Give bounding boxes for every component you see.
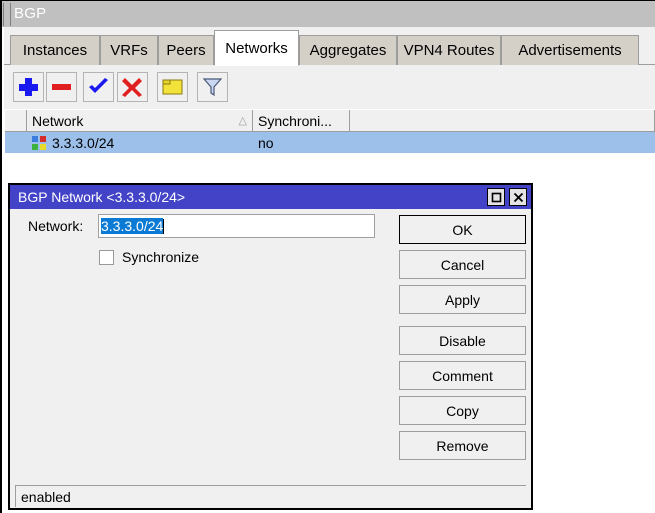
tab-label: VRFs: [110, 42, 148, 59]
network-input[interactable]: 3.3.3.0/24: [98, 214, 375, 238]
sort-ascending-icon: △: [239, 114, 247, 127]
dialog-status-text: enabled: [21, 489, 71, 505]
button-label: Copy: [446, 403, 479, 419]
button-label: Remove: [436, 438, 488, 454]
filter-button[interactable]: [197, 72, 228, 102]
cell-synchronize: no: [253, 132, 350, 153]
window-title: BGP: [14, 5, 46, 22]
network-input-value: 3.3.3.0/24: [101, 218, 163, 234]
minus-icon: [47, 73, 76, 101]
note-icon: [158, 73, 187, 101]
remove-button[interactable]: [46, 72, 77, 102]
tab-label: Instances: [23, 42, 87, 59]
button-label: Cancel: [441, 257, 485, 273]
cross-icon: [118, 73, 147, 101]
close-icon: [513, 192, 524, 203]
enable-button[interactable]: [83, 72, 114, 102]
checkbox-box-icon: [99, 250, 114, 265]
column-header-label: Synchroni...: [258, 113, 332, 129]
tab-aggregates[interactable]: Aggregates: [299, 35, 397, 65]
column-header-synchroni[interactable]: Synchroni...: [253, 110, 350, 131]
button-label: OK: [452, 222, 472, 238]
synchronize-checkbox[interactable]: Synchronize: [99, 249, 199, 265]
synchronize-label: Synchronize: [122, 249, 199, 265]
maximize-button[interactable]: [487, 188, 505, 206]
dialog-status-bar: enabled: [15, 485, 526, 507]
comment-button[interactable]: Comment: [399, 361, 526, 390]
tab-label: Peers: [166, 42, 205, 59]
window-titlebar: BGP: [2, 0, 655, 27]
apply-button[interactable]: Apply: [399, 285, 526, 314]
cancel-button[interactable]: Cancel: [399, 250, 526, 279]
tab-label: Aggregates: [310, 42, 387, 59]
dialog-title: BGP Network <3.3.3.0/24>: [18, 189, 185, 205]
dialog-body: Network: 3.3.3.0/24 Synchronize OK Cancel…: [10, 209, 531, 484]
tab-advertisements[interactable]: Advertisements: [501, 35, 639, 65]
comment-button[interactable]: [157, 72, 188, 102]
tab-bar: Instances VRFs Peers Networks Aggregates VPN4…: [4, 27, 655, 65]
close-button[interactable]: [509, 188, 527, 206]
button-label: Apply: [445, 292, 480, 308]
window-grip: [3, 3, 11, 26]
add-button[interactable]: [13, 72, 44, 102]
cell-synchronize-text: no: [258, 135, 274, 151]
column-header-label: Network: [32, 113, 83, 129]
column-header-blank[interactable]: [350, 110, 655, 131]
maximize-icon: [491, 192, 502, 203]
network-status-icon: [32, 136, 46, 150]
plus-icon: [14, 73, 43, 101]
button-label: Comment: [432, 368, 493, 384]
tab-vrfs[interactable]: VRFs: [100, 35, 158, 65]
funnel-icon: [198, 73, 227, 101]
tab-label: VPN4 Routes: [404, 42, 495, 59]
disable-button[interactable]: Disable: [399, 326, 526, 355]
text-caret: [163, 219, 164, 234]
tab-label: Networks: [225, 40, 288, 57]
button-label: Disable: [439, 333, 486, 349]
column-header-blank[interactable]: [5, 110, 27, 131]
ok-button[interactable]: OK: [399, 215, 526, 244]
dialog-titlebar[interactable]: BGP Network <3.3.3.0/24>: [10, 185, 531, 209]
remove-button[interactable]: Remove: [399, 431, 526, 460]
tab-vpn4-routes[interactable]: VPN4 Routes: [397, 35, 501, 65]
bgp-network-dialog: BGP Network <3.3.3.0/24> Network: 3.3.3.…: [8, 183, 533, 510]
network-label: Network:: [28, 218, 83, 234]
tab-peers[interactable]: Peers: [158, 35, 214, 65]
tab-instances[interactable]: Instances: [10, 35, 100, 65]
cell-network-text: 3.3.3.0/24: [52, 135, 114, 151]
row-flag-cell: [5, 132, 27, 153]
table-row[interactable]: 3.3.3.0/24 no: [5, 132, 655, 153]
toolbar: [4, 65, 655, 109]
column-header-network[interactable]: Network △: [27, 110, 253, 131]
table-header-row: Network △ Synchroni...: [5, 110, 655, 132]
tab-label: Advertisements: [518, 42, 621, 59]
copy-button[interactable]: Copy: [399, 396, 526, 425]
cell-network: 3.3.3.0/24: [27, 132, 253, 153]
tab-networks[interactable]: Networks: [214, 30, 299, 66]
disable-button[interactable]: [117, 72, 148, 102]
check-icon: [84, 73, 113, 101]
